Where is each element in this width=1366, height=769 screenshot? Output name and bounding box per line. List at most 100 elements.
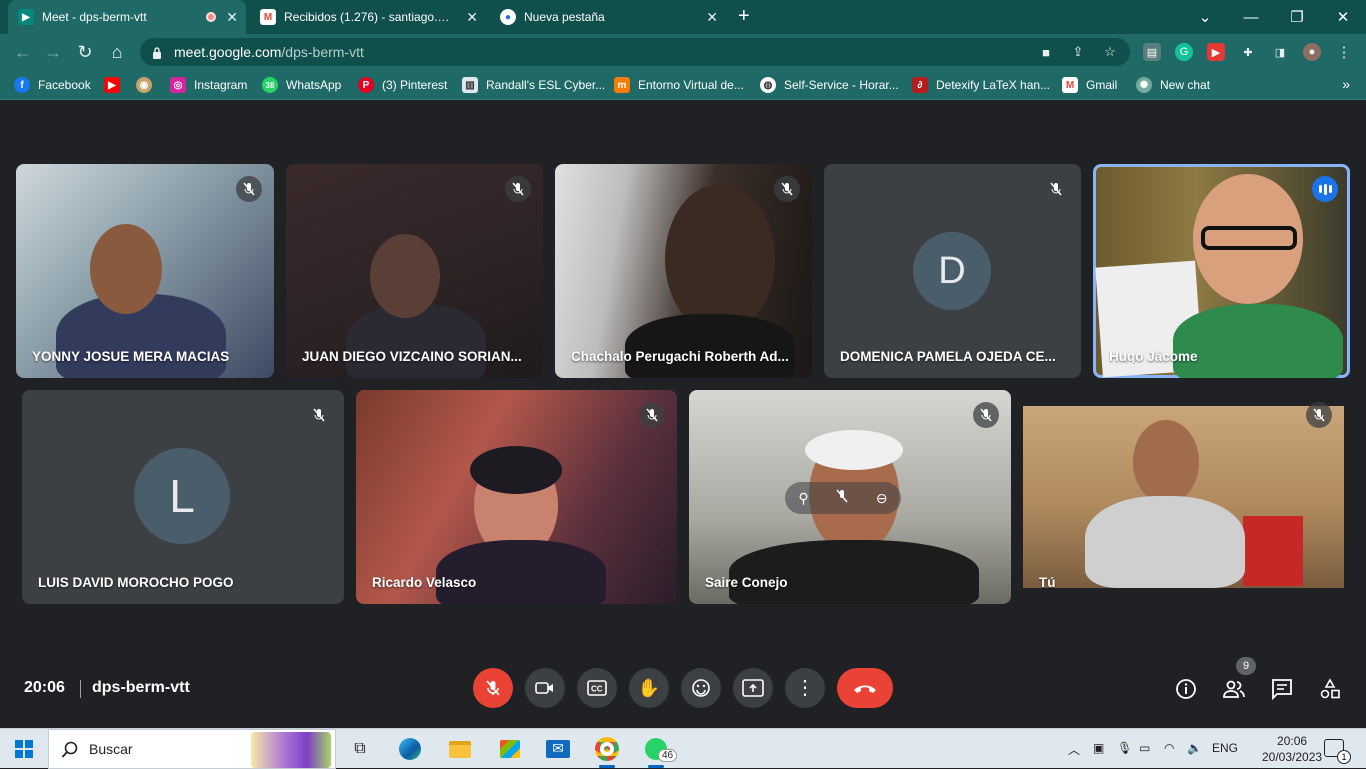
leave-call-button[interactable] <box>837 668 893 708</box>
captions-icon: CC <box>587 680 607 696</box>
home-icon[interactable]: ⌂ <box>106 41 128 63</box>
windows-start-icon[interactable] <box>10 735 38 763</box>
share-icon[interactable]: ⇪ <box>1070 44 1086 60</box>
bookmark-facebook[interactable]: f Facebook <box>14 76 91 94</box>
meeting-clock: 20:06 <box>24 679 65 696</box>
chat-button[interactable] <box>1269 676 1295 702</box>
participant-tile[interactable]: ⚲ ⊖ Saire Conejo <box>689 390 1011 604</box>
bookmark-entorno-virtual[interactable]: m Entorno Virtual de... <box>614 76 744 94</box>
microsoft-store-icon[interactable] <box>496 735 524 763</box>
notification-center-icon[interactable]: 1 <box>1324 739 1351 764</box>
show-hidden-icons-chevron[interactable]: ︿ <box>1068 741 1080 758</box>
bookmark-whatsapp[interactable]: 38 WhatsApp <box>262 76 341 94</box>
participant-tile[interactable]: Ricardo Velasco <box>356 390 677 604</box>
bookmark-detexify[interactable]: ∂ Detexify LaTeX han... <box>912 76 1050 94</box>
bookmark-label: Detexify LaTeX han... <box>936 78 1051 92</box>
participant-face <box>665 184 775 334</box>
menu-kebab-icon[interactable]: ⋮ <box>1335 43 1353 61</box>
camera-in-use-icon[interactable]: ■ <box>1038 44 1054 60</box>
bookmark-instagram[interactable]: ◎ Instagram <box>170 76 247 94</box>
bookmark-owl[interactable]: ◉ <box>136 76 160 94</box>
bookmark-randalls[interactable]: ▥ Randall's ESL Cyber... <box>462 76 605 94</box>
volume-icon[interactable]: 🔈 <box>1187 741 1202 755</box>
bookmark-self-service[interactable]: ◍ Self-Service - Horar... <box>760 76 899 94</box>
back-icon[interactable]: ← <box>12 41 34 63</box>
instagram-icon: ◎ <box>170 77 186 93</box>
more-bookmarks-icon[interactable]: » <box>1342 76 1350 92</box>
microphone-tray-icon[interactable]: 🎙 <box>1117 741 1132 755</box>
participant-face <box>370 234 440 318</box>
divider <box>80 680 81 698</box>
bookmark-label: Entorno Virtual de... <box>638 78 744 92</box>
participant-tile[interactable]: L LUIS DAVID MOROCHO POGO <box>22 390 344 604</box>
captions-button[interactable]: CC <box>577 668 617 708</box>
participant-name: Tú <box>1039 575 1056 590</box>
close-tab-icon[interactable]: ✕ <box>226 9 238 26</box>
bookmark-gmail[interactable]: M Gmail <box>1062 76 1117 94</box>
taskbar-search-box[interactable]: Buscar <box>48 729 336 769</box>
bookmark-new-chat[interactable]: ✺ New chat <box>1136 76 1210 94</box>
bookmark-label: Instagram <box>194 78 248 92</box>
battery-icon[interactable]: ▭ <box>1139 741 1150 755</box>
tab-gmail[interactable]: M Recibidos (1.276) - santiago.ajala ✕ <box>250 0 486 34</box>
raise-hand-button[interactable]: ✋ <box>629 668 669 708</box>
camera-tray-icon[interactable]: ▣ <box>1093 741 1104 755</box>
mail-icon[interactable]: ✉ <box>544 735 572 763</box>
taskbar-clock[interactable]: 20:06 20/03/2023 <box>1262 733 1322 765</box>
notification-count: 1 <box>1337 750 1351 764</box>
participant-tile[interactable]: D DOMENICA PAMELA OJEDA CE... <box>824 164 1081 378</box>
edge-icon[interactable] <box>396 735 424 763</box>
address-bar[interactable]: meet.google.com/dps-berm-vtt ■ ⇪ ☆ <box>140 38 1130 66</box>
whatsapp-taskbar-icon[interactable]: 46 <box>642 735 678 768</box>
extensions-puzzle-icon[interactable]: ✚ <box>1239 43 1257 61</box>
meeting-details-button[interactable] <box>1173 676 1199 702</box>
reactions-button[interactable] <box>681 668 721 708</box>
profile-avatar[interactable]: ● <box>1303 43 1321 61</box>
forward-icon[interactable]: → <box>42 41 64 63</box>
people-button[interactable] <box>1221 676 1247 702</box>
close-tab-icon[interactable]: ✕ <box>706 9 718 26</box>
moodle-icon: m <box>614 77 630 93</box>
bookmark-star-icon[interactable]: ☆ <box>1102 44 1118 60</box>
search-placeholder: Buscar <box>89 741 133 757</box>
activities-button[interactable] <box>1317 676 1343 702</box>
youtube-extension-icon[interactable]: ▶ <box>1207 43 1225 61</box>
language-indicator[interactable]: ENG <box>1212 741 1238 755</box>
pin-icon[interactable]: ⚲ <box>798 490 808 507</box>
mic-off-icon <box>486 680 500 696</box>
mic-off-icon <box>973 402 999 428</box>
close-tab-icon[interactable]: ✕ <box>466 9 478 26</box>
mic-toggle-button[interactable] <box>473 668 513 708</box>
document-extension-icon[interactable]: ▤ <box>1143 43 1161 61</box>
gmail-icon: M <box>1062 77 1078 93</box>
participant-tile[interactable]: Chachalo Perugachi Roberth Ad... <box>555 164 812 378</box>
bookmark-pinterest[interactable]: P (3) Pinterest <box>358 76 447 94</box>
task-view-icon[interactable]: ⧉ <box>346 735 374 763</box>
tab-new[interactable]: ● Nueva pestaña ✕ <box>490 0 726 34</box>
mute-participant-icon[interactable] <box>835 489 849 508</box>
bookmark-youtube[interactable]: ▶ <box>104 76 128 94</box>
remove-participant-icon[interactable]: ⊖ <box>876 490 888 507</box>
globe-icon: ◍ <box>760 77 776 93</box>
camera-toggle-button[interactable] <box>525 668 565 708</box>
present-screen-button[interactable] <box>733 668 773 708</box>
participant-tile-self[interactable]: Tú <box>1023 390 1344 604</box>
participant-tile-speaking[interactable]: Hugo Jácome <box>1093 164 1350 378</box>
minimize-icon[interactable]: — <box>1228 0 1274 34</box>
chrome-taskbar-icon[interactable] <box>593 735 621 768</box>
mic-off-icon <box>774 176 800 202</box>
wifi-icon[interactable]: ◠ <box>1164 741 1174 755</box>
tab-title: Recibidos (1.276) - santiago.ajala <box>284 10 456 24</box>
tab-meet[interactable]: ▶ Meet - dps-berm-vtt ✕ <box>8 0 246 34</box>
reload-icon[interactable]: ↻ <box>74 41 96 63</box>
more-options-button[interactable]: ⋮ <box>785 668 825 708</box>
side-panel-icon[interactable]: ◨ <box>1271 43 1289 61</box>
file-explorer-icon[interactable] <box>446 735 474 763</box>
participant-tile[interactable]: YONNY JOSUE MERA MACIAS <box>16 164 274 378</box>
restore-icon[interactable]: ❐ <box>1274 0 1320 34</box>
grammarly-icon[interactable]: G <box>1175 43 1193 61</box>
tab-search-chevron-icon[interactable]: ⌄ <box>1182 0 1228 34</box>
new-tab-button[interactable]: + <box>738 6 750 26</box>
participant-tile[interactable]: JUAN DIEGO VIZCAINO SORIAN... <box>286 164 543 378</box>
close-window-icon[interactable]: ✕ <box>1320 0 1366 34</box>
